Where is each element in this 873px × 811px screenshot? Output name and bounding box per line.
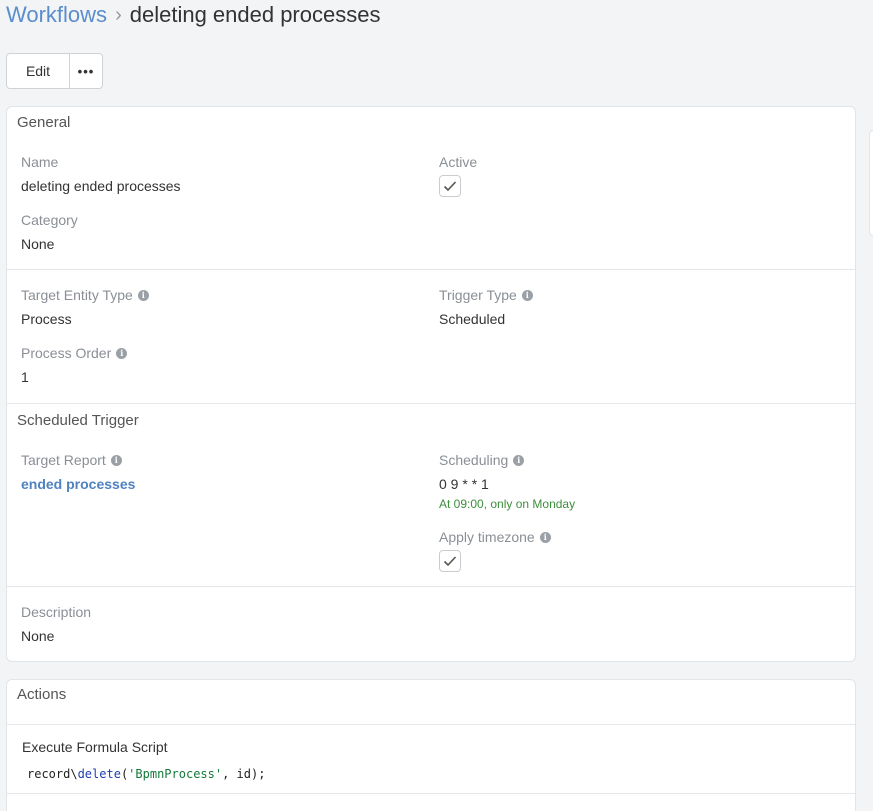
- info-icon[interactable]: i: [521, 289, 533, 301]
- active-label: Active: [439, 154, 478, 170]
- breadcrumb: Workflows › deleting ended processes: [6, 0, 380, 30]
- check-icon: [443, 556, 457, 567]
- target-report-label: Target Report i: [21, 452, 122, 468]
- divider: [7, 269, 855, 270]
- process-order-value: 1: [21, 369, 29, 385]
- side-panel-edge: [869, 130, 873, 236]
- name-label: Name: [21, 154, 59, 170]
- scheduling-value: 0 9 * * 1: [439, 476, 489, 492]
- target-entity-value: Process: [21, 311, 72, 327]
- category-value: None: [21, 236, 55, 252]
- action-name: Execute Formula Script: [22, 739, 168, 755]
- name-value: deleting ended processes: [21, 178, 181, 194]
- divider: [7, 403, 855, 404]
- info-icon[interactable]: i: [539, 531, 551, 543]
- general-panel-title: General: [17, 114, 71, 131]
- divider: [7, 793, 855, 794]
- general-panel: General Name deleting ended processes Ac…: [6, 106, 856, 662]
- scheduling-description: At 09:00, only on Monday: [439, 497, 576, 511]
- apply-timezone-checkbox[interactable]: [439, 550, 461, 572]
- check-icon: [443, 181, 457, 192]
- info-icon[interactable]: i: [116, 347, 128, 359]
- category-label: Category: [21, 212, 78, 228]
- description-label: Description: [21, 604, 92, 620]
- code-rest: , id);: [222, 767, 266, 781]
- scheduling-label: Scheduling i: [439, 452, 525, 468]
- trigger-type-label: Trigger Type i: [439, 287, 533, 303]
- info-icon[interactable]: i: [137, 289, 149, 301]
- target-report-link[interactable]: ended processes: [21, 476, 135, 492]
- actions-panel-title: Actions: [17, 686, 67, 703]
- edit-button[interactable]: Edit: [7, 54, 70, 88]
- divider: [7, 724, 855, 725]
- process-order-label: Process Order i: [21, 345, 128, 361]
- actions-panel: Actions Execute Formula Script record\de…: [6, 679, 856, 811]
- toolbar: Edit •••: [6, 53, 103, 89]
- code-string: 'BpmnProcess': [128, 767, 223, 781]
- description-value: None: [21, 628, 55, 644]
- code-prefix: record\: [27, 767, 78, 781]
- scheduled-trigger-title: Scheduled Trigger: [17, 412, 139, 429]
- page-title: deleting ended processes: [129, 2, 381, 27]
- info-icon[interactable]: i: [110, 454, 122, 466]
- breadcrumb-workflows-link[interactable]: Workflows: [6, 2, 107, 28]
- more-options-button[interactable]: •••: [70, 54, 102, 88]
- trigger-type-value: Scheduled: [439, 311, 506, 327]
- active-checkbox[interactable]: [439, 175, 461, 197]
- apply-timezone-label: Apply timezone i: [439, 529, 551, 545]
- divider: [7, 586, 855, 587]
- target-entity-label: Target Entity Type i: [21, 287, 149, 303]
- code-function: delete: [77, 767, 121, 781]
- info-icon[interactable]: i: [513, 454, 525, 466]
- chevron-right-icon: ›: [115, 3, 122, 26]
- action-code: record\delete('BpmnProcess', id);: [27, 767, 265, 781]
